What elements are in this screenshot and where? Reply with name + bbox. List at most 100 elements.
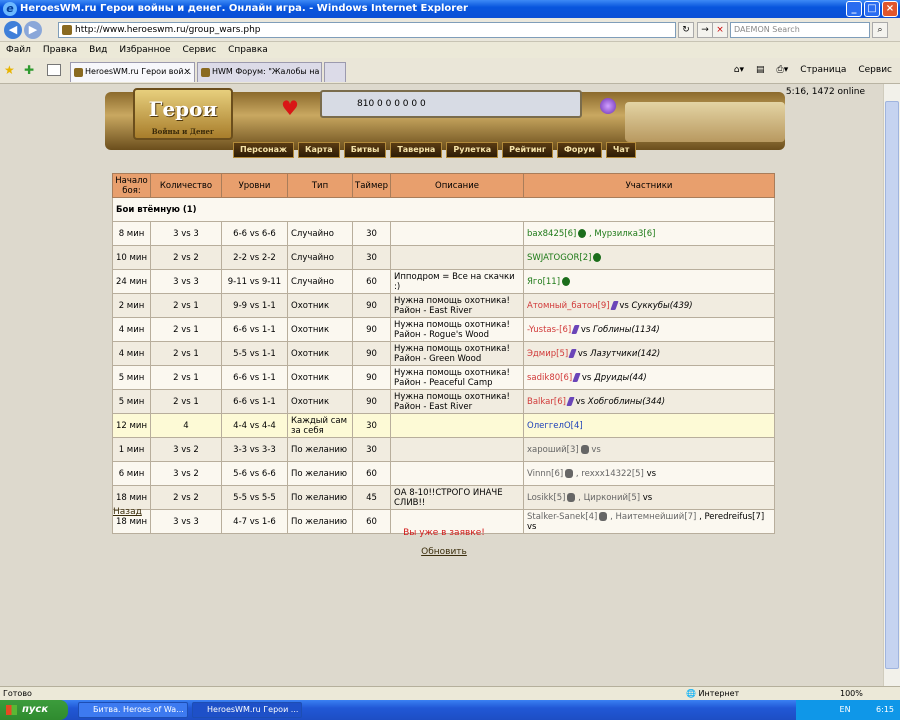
guild-badge-icon (599, 511, 608, 521)
add-favorite-icon[interactable]: ✚ (24, 63, 34, 77)
participant-link[interactable]: sadik80[6] (527, 373, 572, 383)
already-applied-notice: Вы уже в заявке! (403, 528, 485, 538)
cell-participants: -Yustas-[6] vs Гоблины(1134) (523, 317, 775, 342)
page-menu[interactable]: Страница (800, 63, 846, 77)
participant-link[interactable]: Эдмир[5] (527, 349, 568, 359)
cell-start: 6 мин (112, 461, 151, 486)
participant-link[interactable]: -Yustas-[6] (527, 325, 571, 335)
new-tab-button[interactable] (324, 62, 346, 82)
guild-badge-icon (571, 324, 580, 334)
nav-forum[interactable]: Форум (557, 142, 602, 158)
participant-link[interactable]: bax8425[6] (527, 229, 576, 239)
back-link[interactable]: Назад (113, 507, 142, 517)
address-input[interactable]: http://www.heroeswm.ru/group_wars.php (58, 22, 676, 38)
cell-type: Случайно (287, 221, 353, 246)
quick-tabs-icon[interactable] (47, 64, 61, 76)
participant-extra[interactable]: vs (576, 397, 585, 407)
castle-image (625, 102, 785, 142)
cell-timer: 90 (352, 293, 391, 318)
participant-link[interactable]: Яго[11] (527, 277, 560, 287)
participant-link[interactable]: Stalker-Sanek[4] (527, 512, 597, 522)
vertical-scrollbar[interactable] (883, 84, 900, 686)
participant-extra[interactable]: vs (578, 349, 587, 359)
tools-menu[interactable]: Сервис (858, 63, 892, 77)
battle-row: 18 мин 2 vs 2 5-5 vs 5-5 По желанию 45 ОА 8-1… (112, 485, 775, 510)
participant-extra[interactable]: , Мурзилка3[6] (589, 229, 655, 239)
participant-link[interactable]: Balkar[6] (527, 397, 566, 407)
participant-extra[interactable]: vs (582, 373, 591, 383)
menu-help[interactable]: Справка (228, 42, 268, 58)
back-arrow-icon[interactable]: ◀ (4, 21, 22, 39)
battle-row: 5 мин 2 vs 1 6-6 vs 1-1 Охотник 90 Нужна помо… (112, 389, 775, 414)
cell-levels: 6-6 vs 1-1 (221, 389, 288, 414)
print-icon[interactable]: ⎙▾ (777, 63, 789, 77)
participant-link[interactable]: SWJATOGOR[2] (527, 253, 591, 263)
cell-desc: ОА 8-10!!СТРОГО ИНАЧЕ СЛИВ!! (390, 485, 524, 510)
cell-timer: 30 (352, 413, 391, 438)
nav-rating[interactable]: Рейтинг (502, 142, 553, 158)
menu-tools[interactable]: Сервис (183, 42, 217, 58)
participant-link[interactable]: Атомный_батон[9] (527, 301, 610, 311)
participant-extra[interactable]: , Наитемнейший[7] (610, 512, 696, 522)
nav-battles[interactable]: Битвы (343, 142, 387, 158)
nav-roulette[interactable]: Рулетка (446, 142, 499, 158)
nav-tavern[interactable]: Таверна (390, 142, 443, 158)
go-icon[interactable]: → (697, 22, 713, 38)
participant-link[interactable]: хароший[3] (527, 445, 579, 455)
participant-link[interactable]: Vinnn[6] (527, 469, 563, 479)
nav-chat[interactable]: Чат (605, 142, 637, 158)
cell-timer: 45 (352, 485, 391, 510)
col-description: Описание (390, 173, 524, 198)
cell-participants: Vinnn[6] , rexxx14322[5] vs (523, 461, 775, 486)
cell-type: Охотник (287, 317, 353, 342)
start-button[interactable]: пуск (0, 700, 68, 720)
cell-desc (390, 413, 524, 438)
maximize-button[interactable]: □ (864, 1, 880, 17)
language-indicator[interactable]: EN (840, 705, 851, 714)
participant-extra[interactable]: vs (591, 445, 600, 455)
tab-close-icon[interactable]: × (183, 63, 191, 81)
feeds-icon[interactable]: ▤ (756, 63, 765, 77)
col-start: Начало боя: (112, 173, 151, 198)
search-icon[interactable]: ⌕ (872, 22, 888, 38)
nav-map[interactable]: Карта (297, 142, 340, 158)
menu-file[interactable]: Файл (6, 42, 31, 58)
close-button[interactable]: × (882, 1, 898, 17)
menu-favorites[interactable]: Избранное (119, 42, 170, 58)
guild-badge-icon (580, 444, 589, 454)
guild-badge-icon (609, 300, 619, 310)
menu-edit[interactable]: Правка (43, 42, 77, 58)
participant-extra[interactable]: vs (619, 301, 628, 311)
cell-start: 5 мин (112, 389, 151, 414)
participant-extra[interactable]: , Цирконий[5] (578, 493, 640, 503)
tab-forum[interactable]: HWM Форум: "Жалобы на с... (197, 62, 322, 82)
scrollbar-thumb[interactable] (885, 101, 899, 669)
battle-row: 10 мин 2 vs 2 2-2 vs 2-2 Случайно 30 SWJATOGO… (112, 245, 775, 270)
game-logo[interactable]: Герои Войны и Денег (133, 88, 233, 140)
zoom-level[interactable]: 100% (840, 687, 863, 700)
taskbar-item-ie[interactable]: HeroesWM.ru Герои ... (192, 702, 302, 718)
participant-extra[interactable]: , rexxx14322[5] (576, 469, 644, 479)
resources-bar: 810 0 0 0 0 0 0 (320, 90, 582, 118)
opponent: Суккубы(439) (631, 300, 693, 311)
tab-heroeswm[interactable]: HeroesWM.ru Герои вой... × (70, 62, 195, 82)
refresh-link[interactable]: Обновить (0, 547, 888, 557)
participant-link[interactable]: ОлеггелО[4] (527, 421, 583, 431)
taskbar-item-firefox[interactable]: Битва. Heroes of Wa... (78, 702, 188, 718)
battle-row: 24 мин 3 vs 3 9-11 vs 9-11 Случайно 60 Ипподр… (112, 269, 775, 294)
participant-extra[interactable]: vs (581, 325, 590, 335)
search-input[interactable]: DAEMON Search (730, 22, 870, 38)
forward-arrow-icon[interactable]: ▶ (24, 21, 42, 39)
refresh-icon[interactable]: ↻ (678, 22, 694, 38)
menu-view[interactable]: Вид (89, 42, 107, 58)
nav-character[interactable]: Персонаж (233, 142, 294, 158)
favorites-star-icon[interactable]: ★ (4, 63, 15, 77)
ie-icon: e (3, 2, 17, 16)
minimize-button[interactable]: _ (846, 1, 862, 17)
home-icon[interactable]: ⌂▾ (734, 63, 744, 77)
internet-zone: 🌐 Интернет (686, 689, 740, 698)
opponent: Лазутчики(142) (590, 348, 661, 359)
tab-label: HWM Форум: "Жалобы на с... (212, 67, 322, 76)
stop-icon[interactable]: × (712, 22, 728, 38)
participant-link[interactable]: Losikk[5] (527, 493, 565, 503)
